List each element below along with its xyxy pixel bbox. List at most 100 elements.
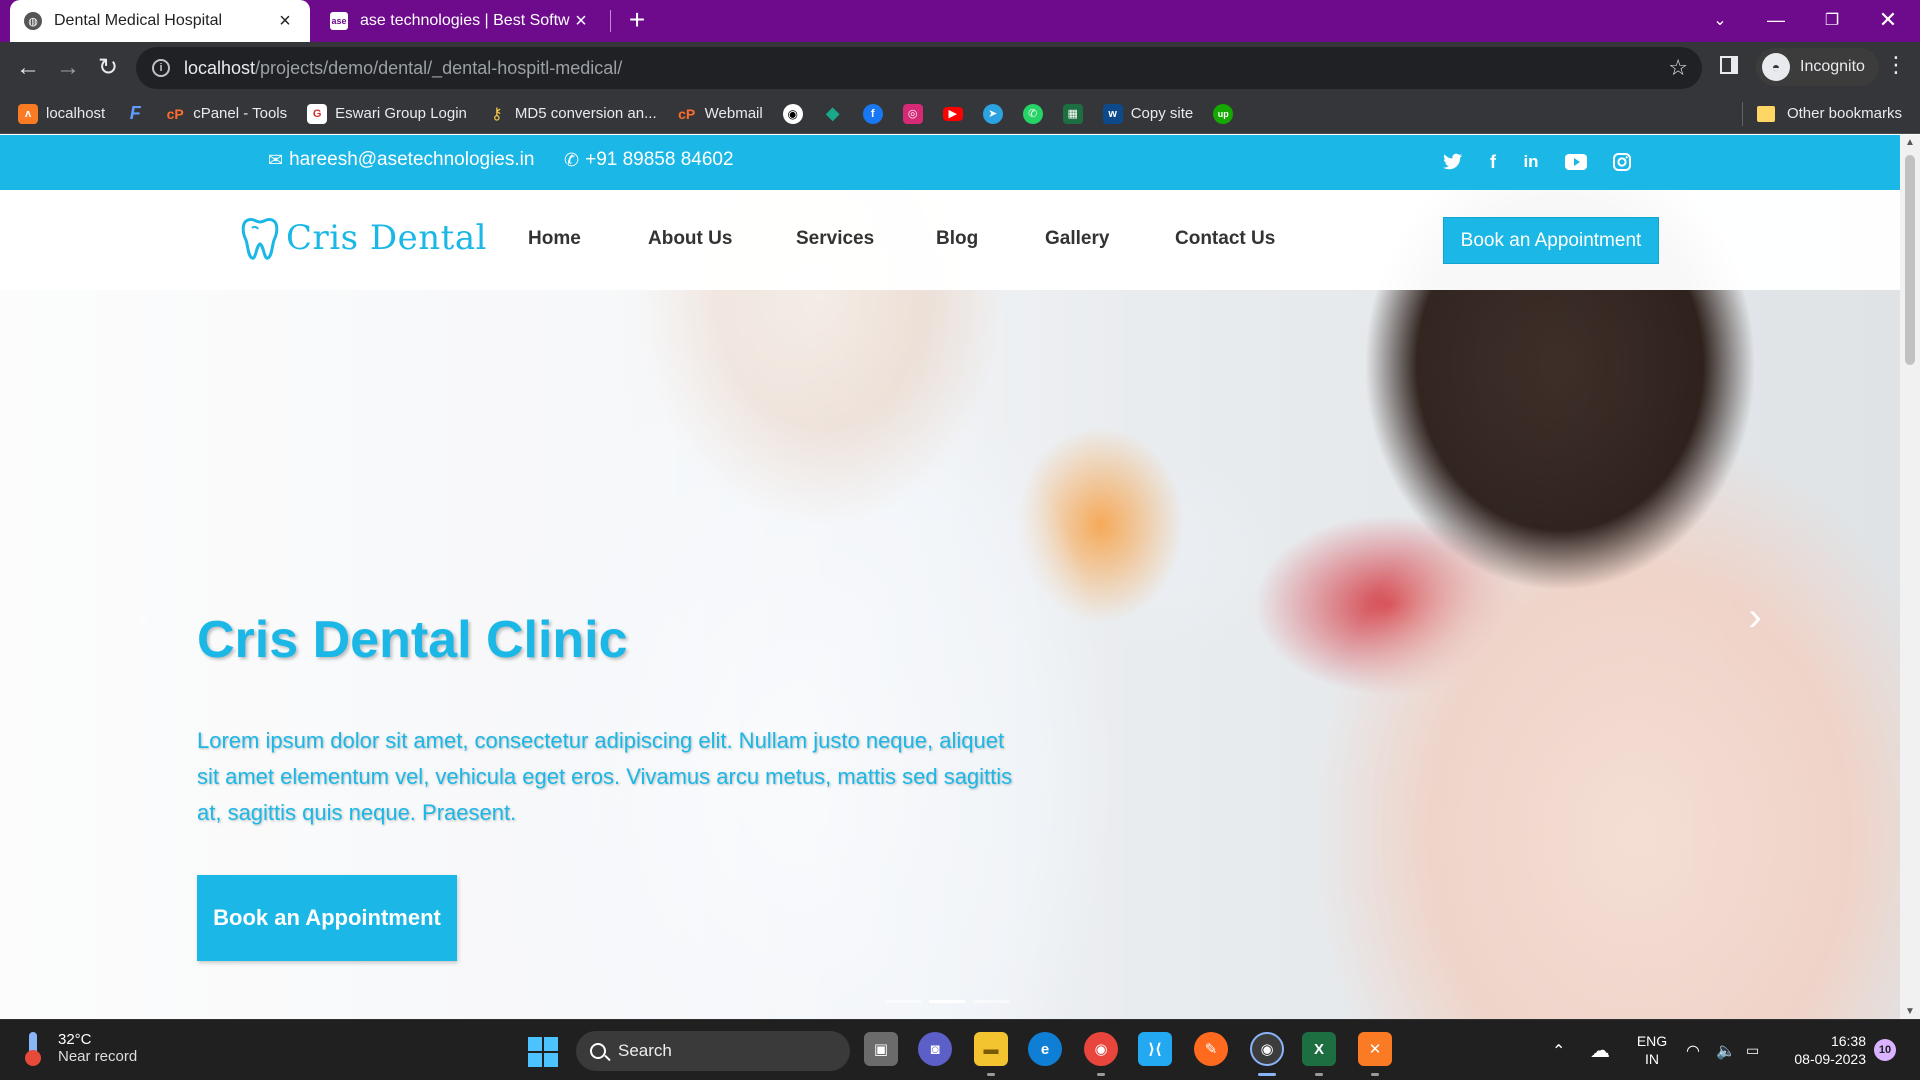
incognito-profile-button[interactable]: ◓ Incognito [1756, 48, 1879, 86]
w-icon: w [1102, 103, 1123, 124]
scroll-up-icon[interactable]: ▲ [1900, 137, 1920, 148]
nav-contact-us[interactable]: Contact Us [1175, 228, 1275, 250]
scrollbar-thumb[interactable] [1905, 155, 1915, 365]
teams-chat-icon[interactable]: ◙ [918, 1032, 952, 1066]
thermometer-icon [22, 1030, 44, 1066]
bookmark-youtube[interactable]: ▶ [942, 106, 963, 121]
forward-arrow-icon[interactable]: → [52, 52, 84, 84]
email-link[interactable]: ✉ hareesh@asetechnologies.in [268, 149, 534, 171]
xampp-icon[interactable]: ✕ [1358, 1032, 1392, 1066]
new-tab-button[interactable]: + [622, 6, 652, 36]
bookmark-webmail[interactable]: cP Webmail [677, 104, 763, 124]
notification-badge[interactable]: 10 [1874, 1039, 1896, 1061]
chrome-icon[interactable]: ◉ [1084, 1032, 1118, 1066]
edge-icon[interactable]: e [1028, 1032, 1062, 1066]
carousel-indicators [885, 1000, 1009, 1003]
nav-book-appointment-button[interactable]: Book an Appointment [1443, 217, 1659, 264]
scroll-down-icon[interactable]: ▼ [1900, 1006, 1920, 1017]
postman-icon[interactable]: ✎ [1194, 1032, 1228, 1066]
bookmark-whatsapp[interactable]: ✆ [1022, 103, 1043, 124]
taskbar-search-box[interactable]: Search [576, 1031, 850, 1071]
bookmark-diamond[interactable]: ◆ [823, 103, 843, 124]
youtube-icon[interactable] [1563, 149, 1589, 175]
other-bookmarks-folder[interactable]: Other bookmarks [1756, 105, 1902, 122]
diamond-icon: ◆ [825, 103, 840, 123]
carousel-prev-icon[interactable]: ‹ [130, 595, 160, 645]
bookmark-facebook[interactable]: f [862, 103, 883, 124]
bookmark-eswari-group-login[interactable]: G Eswari Group Login [307, 103, 467, 124]
bookmark-md5-conversion[interactable]: ⚷ MD5 conversion an... [487, 104, 657, 124]
whatsapp-icon: ✆ [1022, 103, 1043, 124]
twitter-icon[interactable] [1440, 149, 1466, 175]
nav-blog[interactable]: Blog [936, 228, 978, 250]
wifi-icon[interactable]: ◠ [1686, 1020, 1700, 1081]
browser-menu-icon[interactable]: ⋮ [1884, 52, 1908, 78]
onedrive-cloud-icon[interactable]: ☁ [1590, 1020, 1610, 1081]
carousel-indicator-1[interactable] [885, 1000, 921, 1003]
tab-title: Dental Medical Hospital [54, 12, 223, 29]
chrome-incognito-icon[interactable]: ◉ [1250, 1032, 1284, 1066]
bookmark-cpanel-tools[interactable]: cP cPanel - Tools [165, 104, 288, 124]
nav-home[interactable]: Home [528, 228, 581, 250]
bookmark-label: Eswari Group Login [335, 105, 467, 122]
battery-icon[interactable]: ▭ [1746, 1020, 1759, 1081]
facebook-icon[interactable]: f [1480, 149, 1506, 175]
carousel-next-icon[interactable]: › [1740, 595, 1770, 645]
bookmark-label: localhost [46, 105, 106, 122]
bookmark-star-icon[interactable]: ☆ [1668, 55, 1688, 81]
bookmark-frappe[interactable]: F [125, 103, 145, 124]
volume-icon[interactable]: 🔈 [1716, 1020, 1736, 1081]
close-window-button[interactable]: ✕ [1860, 0, 1916, 40]
bookmark-label: Copy site [1130, 105, 1194, 122]
back-arrow-icon[interactable]: ← [12, 52, 44, 84]
page-scrollbar[interactable]: ▲ ▼ [1900, 135, 1920, 1019]
page-viewport: ✉ hareesh@asetechnologies.in ✆ +91 89858… [0, 135, 1900, 1019]
system-clock[interactable]: 16:38 08-09-2023 [1782, 1032, 1866, 1068]
side-panel-icon[interactable] [1720, 56, 1738, 74]
bookmark-sheet[interactable]: ▦ [1062, 103, 1083, 124]
site-info-icon[interactable]: i [152, 59, 170, 77]
telegram-icon: ➤ [982, 103, 1003, 124]
restore-button[interactable]: ❐ [1804, 0, 1860, 40]
carousel-indicator-2[interactable] [929, 1000, 965, 1003]
address-bar[interactable]: i localhost/projects/demo/dental/_dental… [136, 47, 1702, 89]
linkedin-icon[interactable]: in [1518, 149, 1544, 175]
vscode-icon[interactable]: ⟩⟨ [1138, 1032, 1172, 1066]
phone-link[interactable]: ✆ +91 89858 84602 [564, 149, 734, 171]
bookmark-upwork[interactable]: up [1213, 103, 1234, 124]
reload-icon[interactable]: ↻ [92, 52, 124, 84]
windows-start-icon[interactable] [528, 1037, 558, 1067]
bookmark-copy-site[interactable]: w Copy site [1102, 103, 1194, 124]
tab-dental-medical-hospital[interactable]: ◍ Dental Medical Hospital × [10, 0, 310, 42]
profile-label: Incognito [1800, 58, 1865, 75]
bookmark-telegram[interactable]: ➤ [982, 103, 1003, 124]
file-explorer-icon[interactable]: ▬ [974, 1032, 1008, 1066]
email-text: hareesh@asetechnologies.in [289, 149, 535, 170]
youtube-icon: ▶ [942, 106, 963, 121]
weather-widget[interactable]: 32°C Near record [22, 1030, 137, 1066]
windows-taskbar: 32°C Near record Search ▣ ◙ ▬ e ◉ ⟩⟨ ✎ ◉… [0, 1019, 1920, 1080]
bookmark-instagram[interactable]: ◎ [902, 103, 923, 124]
nav-about-us[interactable]: About Us [648, 228, 732, 250]
task-view-icon[interactable]: ▣ [864, 1032, 898, 1066]
minimize-button[interactable]: — [1748, 0, 1804, 40]
close-tab-icon[interactable]: × [570, 10, 592, 33]
bookmarks-bar: ʌ localhost F cP cPanel - Tools G Eswari… [0, 94, 1920, 134]
other-bookmarks-label: Other bookmarks [1786, 105, 1902, 122]
nav-gallery[interactable]: Gallery [1045, 228, 1109, 250]
show-hidden-icons-icon[interactable]: ⌃ [1552, 1020, 1565, 1081]
tab-ase-technologies[interactable]: ase ase technologies | Best Software × [316, 0, 606, 42]
excel-icon[interactable]: X [1302, 1032, 1336, 1066]
bookmark-label: MD5 conversion an... [514, 105, 657, 122]
carousel-indicator-3[interactable] [973, 1000, 1009, 1003]
language-indicator[interactable]: ENG IN [1632, 1032, 1672, 1068]
bookmark-github[interactable]: ◉ [782, 103, 803, 124]
bookmark-localhost[interactable]: ʌ localhost [18, 103, 106, 124]
nav-services[interactable]: Services [796, 228, 874, 250]
hero-book-appointment-button[interactable]: Book an Appointment [197, 875, 457, 961]
close-tab-icon[interactable]: × [274, 10, 296, 33]
instagram-icon[interactable] [1609, 149, 1635, 175]
hero-description: Lorem ipsum dolor sit amet, consectetur … [197, 728, 1013, 825]
tab-search-icon[interactable]: ⌄ [1692, 0, 1748, 40]
site-logo[interactable]: Cris Dental [240, 216, 487, 260]
